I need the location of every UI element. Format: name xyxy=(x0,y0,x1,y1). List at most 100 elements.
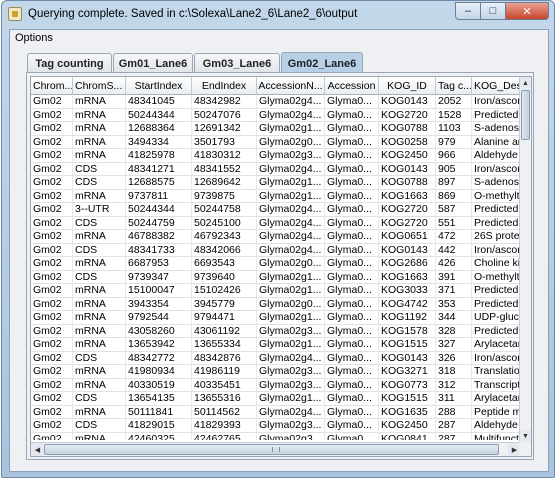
col-kog-description-cell: Translation initi xyxy=(474,365,521,378)
col-chrom-cell: Gm02 xyxy=(31,230,73,243)
grip-icon xyxy=(271,447,280,452)
col-chrom-source-cell: CDS xyxy=(73,419,126,432)
scroll-corner xyxy=(519,442,531,456)
col-start-index-cell: 50244344 xyxy=(126,108,192,122)
table-row[interactable]: Gm02 mRNA 40330519 40335451 Glyma02g3... Glym… xyxy=(31,378,521,392)
col-tag-count-cell: 587 xyxy=(436,203,472,216)
col-accession-number-cell: Glyma02g0... xyxy=(257,297,325,311)
col-tag-count-cell: 905 xyxy=(436,162,472,176)
col-start-index-header[interactable]: StartIndex xyxy=(126,77,192,95)
table-row[interactable]: Gm02 CDS 13654135 13655316 Glyma02g1... Glyma… xyxy=(31,392,521,406)
vertical-scroll-thumb[interactable] xyxy=(521,90,530,140)
col-tag-count-cell: 391 xyxy=(436,270,472,284)
scroll-left-arrow-icon[interactable]: ◀ xyxy=(31,443,44,456)
vertical-scrollbar[interactable]: ▲ ▼ xyxy=(519,77,531,442)
col-end-index-header[interactable]: EndIndex xyxy=(192,77,257,95)
table-row[interactable]: Gm02 mRNA 15100047 15102426 Glyma02g1... Glym… xyxy=(31,284,521,298)
title-bar[interactable]: Querying complete. Saved in c:\Solexa\La… xyxy=(2,1,554,29)
col-accession-cell: Glyma0... xyxy=(325,135,379,149)
col-tag-count-cell: 426 xyxy=(436,257,472,270)
col-accession-cell: Glyma0... xyxy=(325,176,379,189)
col-kog-id-cell: KOG0143 xyxy=(379,162,436,176)
tab-gm01-lane6[interactable]: Gm01_Lane6 xyxy=(113,53,193,73)
col-chrom-source-cell: CDS xyxy=(73,162,126,176)
table-row[interactable]: Gm02 mRNA 12688364 12691342 Glyma02g1... Glym… xyxy=(31,122,521,136)
table-row[interactable]: Gm02 mRNA 41980934 41986119 Glyma02g3... Glym… xyxy=(31,365,521,379)
col-accession-header[interactable]: Accession xyxy=(325,77,379,95)
table-row[interactable]: Gm02 mRNA 6687953 6693543 Glyma02g0... Glyma0… xyxy=(31,257,521,271)
table-row[interactable]: Gm02 CDS 41829015 41829393 Glyma02g3... Glyma… xyxy=(31,419,521,433)
table-row[interactable]: Gm02 CDS 50244759 50245100 Glyma02g4... Glyma… xyxy=(31,216,521,230)
col-chrom-cell: Gm02 xyxy=(31,216,73,230)
col-tag-count-cell: 311 xyxy=(436,392,472,405)
col-kog-description-cell: 26S proteasom xyxy=(474,230,521,243)
table-row[interactable]: Gm02 mRNA 48341045 48342982 Glyma02g4... Glym… xyxy=(31,95,521,109)
table-row[interactable]: Gm02 mRNA 43058260 43061192 Glyma02g3... Glym… xyxy=(31,324,521,338)
scroll-down-arrow-icon[interactable]: ▼ xyxy=(520,430,531,442)
col-kog-description-cell: Iron/ascorbate fa xyxy=(474,162,521,176)
col-accession-cell: Glyma0... xyxy=(325,338,379,351)
col-accession-number-cell: Glyma02g1... xyxy=(257,270,325,284)
col-start-index-cell: 41829015 xyxy=(126,419,192,432)
table-row[interactable]: Gm02 CDS 48342772 48342876 Glyma02g4... Glyma… xyxy=(31,351,521,365)
table-row[interactable]: Gm02 mRNA 9792544 9794471 Glyma02g1... Glyma0… xyxy=(31,311,521,325)
table-row[interactable]: Gm02 mRNA 13653942 13655334 Glyma02g1... Glym… xyxy=(31,338,521,352)
tab-tag-counting[interactable]: Tag counting xyxy=(27,53,112,73)
table-row[interactable]: Gm02 mRNA 42460325 42462765 Glyma02g3... Glym… xyxy=(31,432,521,440)
col-tag-count-cell: 288 xyxy=(436,405,472,419)
minimize-button[interactable]: – xyxy=(455,2,481,20)
col-tag-count-cell: 472 xyxy=(436,230,472,243)
table-row[interactable]: Gm02 CDS 9739347 9739640 Glyma02g1... Glyma0.… xyxy=(31,270,521,284)
col-chrom-cell: Gm02 xyxy=(31,392,73,405)
scroll-up-arrow-icon[interactable]: ▲ xyxy=(520,77,531,89)
tab-gm03-lane6[interactable]: Gm03_Lane6 xyxy=(194,53,280,73)
table-row[interactable]: Gm02 mRNA 3943354 3945779 Glyma02g0... Glyma0… xyxy=(31,297,521,311)
horizontal-scrollbar[interactable]: ◀ ▶ xyxy=(31,442,521,456)
col-chrom-source-cell: mRNA xyxy=(73,378,126,392)
col-kog-id-header[interactable]: KOG_ID xyxy=(379,77,436,95)
col-chrom-source-cell: CDS xyxy=(73,270,126,284)
col-start-index-cell: 50244344 xyxy=(126,203,192,216)
maximize-button[interactable]: □ xyxy=(481,2,506,20)
col-kog-description-cell: Alanine aminotr xyxy=(472,135,521,149)
col-accession-cell: Glyma0... xyxy=(325,108,379,122)
col-chrom-header[interactable]: Chrom... xyxy=(31,77,73,95)
col-accession-number-header[interactable]: AccessionN... xyxy=(257,77,325,95)
col-chrom-cell: Gm02 xyxy=(31,324,73,338)
table-row[interactable]: Gm02 CDS 12688575 12689642 Glyma02g1... Glyma… xyxy=(31,176,521,190)
col-chrom-source-cell: mRNA xyxy=(73,432,126,440)
col-accession-number-cell: Glyma02g1... xyxy=(257,189,325,203)
tab-gm02-lane6[interactable]: Gm02_Lane6 xyxy=(281,52,363,74)
table-row[interactable]: Gm02 3--UTR 50244344 50244758 Glyma02g4... Gl… xyxy=(31,203,521,217)
col-end-index-cell: 6693543 xyxy=(192,257,257,270)
menu-options[interactable]: Options xyxy=(15,32,53,44)
col-accession-number-cell: Glyma02g1... xyxy=(257,176,325,189)
table-row[interactable]: Gm02 mRNA 50111841 50114562 Glyma02g4... Glym… xyxy=(31,405,521,419)
tab-panel: Chrom... ChromS... StartIndex EndIndex Acces… xyxy=(26,72,534,460)
col-kog-id-cell: KOG0651 xyxy=(379,230,436,243)
col-end-index-cell: 13655316 xyxy=(192,392,257,405)
table-row[interactable]: Gm02 mRNA 46788382 46792343 Glyma02g4... Glym… xyxy=(31,230,521,244)
table-row[interactable]: Gm02 mRNA 41825978 41830312 Glyma02g3... Glym… xyxy=(31,149,521,163)
col-kog-description-cell: Predicted PhzC xyxy=(472,284,521,297)
col-kog-description-cell: Aldehyde dehyd xyxy=(472,149,521,162)
table-row[interactable]: Gm02 mRNA 50244344 50247076 Glyma02g4... Glym… xyxy=(31,108,521,122)
col-chrom-cell: Gm02 xyxy=(31,351,73,365)
col-end-index-cell: 41830312 xyxy=(192,149,257,162)
col-tag-count-header[interactable]: Tag c... xyxy=(436,77,472,95)
table-row[interactable]: Gm02 mRNA 9737811 9739875 Glyma02g1... Glyma0… xyxy=(31,189,521,203)
col-accession-number-cell: Glyma02g4... xyxy=(257,95,325,108)
table-row[interactable]: Gm02 CDS 48341733 48342066 Glyma02g4... Glyma… xyxy=(31,243,521,257)
col-accession-cell: Glyma0... xyxy=(325,405,379,419)
horizontal-scroll-thumb[interactable] xyxy=(44,444,499,455)
col-kog-description-cell: Iron/ascorbate fa xyxy=(474,95,521,108)
col-kog-description-cell: Predicted hydro xyxy=(472,216,521,230)
col-chrom-source-header[interactable]: ChromS... xyxy=(73,77,126,95)
col-kog-description-header[interactable]: KOG_Descr xyxy=(472,77,521,95)
col-chrom-cell: Gm02 xyxy=(31,149,73,162)
table-row[interactable]: Gm02 mRNA 3494334 3501793 Glyma02g0... Glyma0… xyxy=(31,135,521,149)
table-row[interactable]: Gm02 CDS 48341271 48341552 Glyma02g4... Glyma… xyxy=(31,162,521,176)
col-chrom-source-cell: mRNA xyxy=(73,135,126,149)
col-tag-count-cell: 327 xyxy=(436,338,472,351)
close-button[interactable]: ✕ xyxy=(506,2,549,20)
